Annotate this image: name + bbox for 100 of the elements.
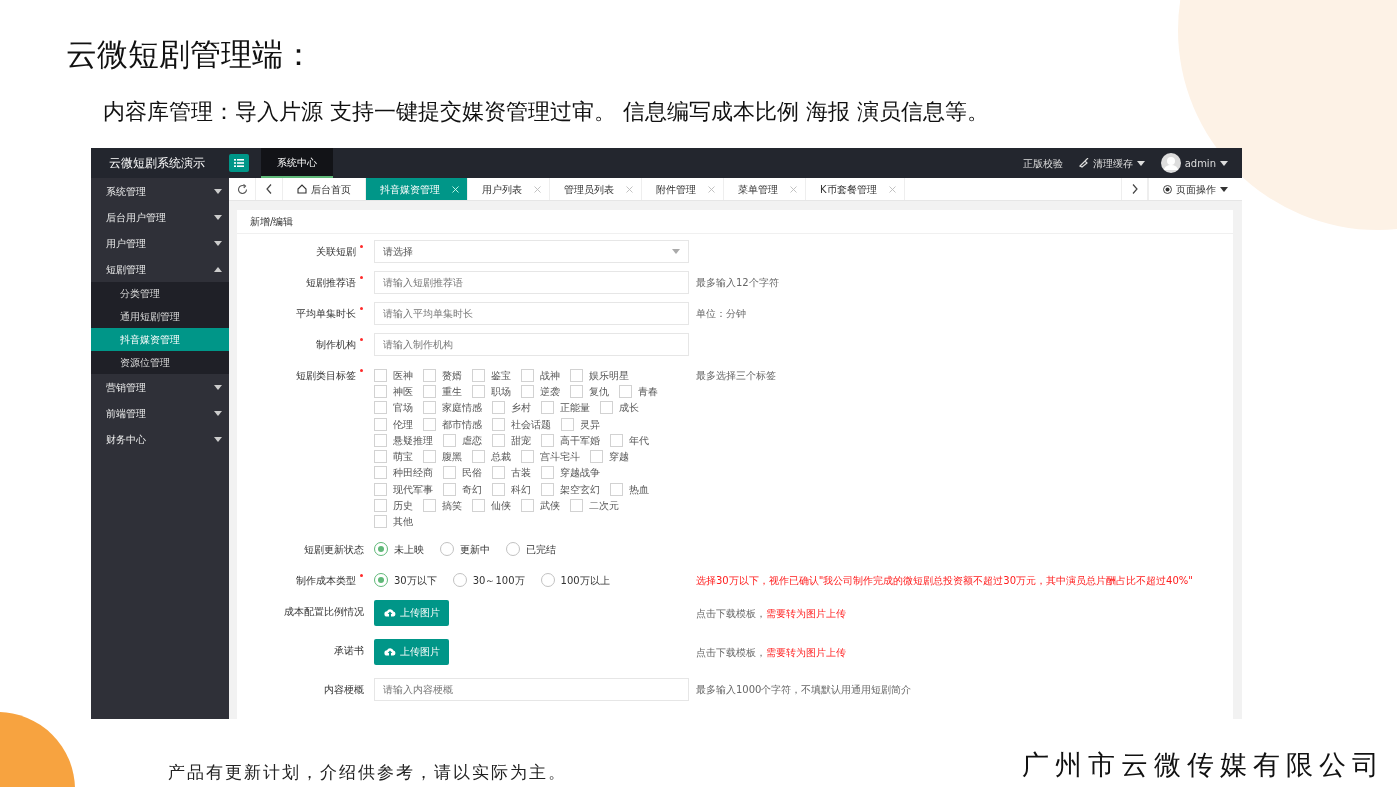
tag-checkbox[interactable]: 都市情感 xyxy=(423,416,482,432)
tag-checkbox[interactable]: 成长 xyxy=(600,400,639,416)
caret-down-icon xyxy=(214,384,222,390)
input-field[interactable]: 请输入内容梗概 xyxy=(374,677,689,701)
close-icon[interactable] xyxy=(790,185,797,193)
close-icon[interactable] xyxy=(708,185,715,193)
page-tab[interactable]: 抖音媒资管理 xyxy=(366,178,468,200)
caret-down-icon xyxy=(1220,160,1228,166)
tag-checkbox[interactable]: 乡村 xyxy=(492,400,531,416)
sidebar-item[interactable]: 前端管理 xyxy=(91,400,229,426)
radio-option[interactable]: 100万以上 xyxy=(540,572,610,588)
sidebar-item[interactable]: 用户管理 xyxy=(91,230,229,256)
page-actions-menu[interactable]: 页面操作 xyxy=(1148,178,1242,200)
radio-option[interactable]: 30～100万 xyxy=(452,572,525,588)
page-tab[interactable]: 用户列表 xyxy=(468,178,550,200)
user-menu[interactable]: admin xyxy=(1152,148,1242,178)
home-icon xyxy=(297,184,307,194)
tag-checkbox[interactable]: 医神 xyxy=(374,367,413,383)
tag-checkbox[interactable]: 萌宝 xyxy=(374,449,413,465)
radio-option[interactable]: 已完结 xyxy=(506,541,556,557)
tag-checkbox[interactable]: 年代 xyxy=(610,432,649,448)
tag-checkbox[interactable]: 二次元 xyxy=(570,498,619,513)
page-tab[interactable]: 菜单管理 xyxy=(724,178,806,200)
tag-checkbox[interactable]: 民俗 xyxy=(443,465,482,481)
input-field[interactable]: 请输入平均单集时长 xyxy=(374,302,689,325)
tag-checkbox[interactable]: 复仇 xyxy=(570,383,609,399)
sidebar-item[interactable]: 短剧管理 xyxy=(91,256,229,282)
tag-checkbox[interactable]: 重生 xyxy=(423,383,462,399)
field-label: 短剧类目标签 xyxy=(237,364,374,387)
tag-checkbox[interactable]: 娱乐明星 xyxy=(570,367,629,383)
tag-checkbox[interactable]: 其他 xyxy=(374,514,413,530)
sidebar-subitem[interactable]: 分类管理 xyxy=(91,282,229,305)
caret-down-icon xyxy=(214,214,222,220)
close-icon[interactable] xyxy=(534,185,541,193)
close-icon[interactable] xyxy=(626,185,633,193)
tag-checkbox[interactable]: 古装 xyxy=(492,465,531,481)
tag-checkbox[interactable]: 青春 xyxy=(619,383,658,399)
input-field[interactable]: 请输入制作机构 xyxy=(374,333,689,356)
tag-checkbox[interactable]: 官场 xyxy=(374,400,413,416)
close-icon[interactable] xyxy=(888,185,896,193)
input-field[interactable]: 请输入短剧推荐语 xyxy=(374,271,689,294)
tag-checkbox[interactable]: 总裁 xyxy=(472,449,511,465)
upload-button[interactable]: 上传图片 xyxy=(374,638,449,665)
footer-note: 产品有更新计划，介绍供参考，请以实际为主。 xyxy=(168,761,567,784)
page-tab[interactable]: 附件管理 xyxy=(642,178,724,200)
sidebar-item[interactable]: 营销管理 xyxy=(91,374,229,400)
next-button[interactable] xyxy=(1121,178,1148,200)
tag-checkbox[interactable]: 现代军事 xyxy=(374,481,433,497)
tag-checkbox[interactable]: 热血 xyxy=(610,481,649,497)
tag-checkbox[interactable]: 社会话题 xyxy=(492,416,551,432)
tag-checkbox[interactable]: 赘婿 xyxy=(423,367,462,383)
tag-checkbox[interactable]: 武侠 xyxy=(521,498,560,513)
hint-text: 单位：分钟 xyxy=(696,307,746,321)
tag-checkbox[interactable]: 家庭情感 xyxy=(423,400,482,416)
verify-link[interactable]: 正版校验 xyxy=(1014,148,1071,178)
tag-checkbox[interactable]: 科幻 xyxy=(492,481,531,497)
tag-checkbox[interactable]: 腹黑 xyxy=(423,449,462,465)
sidebar-item[interactable]: 系统管理 xyxy=(91,178,229,204)
sidebar-item[interactable]: 财务中心 xyxy=(91,426,229,452)
radio-option[interactable]: 更新中 xyxy=(440,541,490,557)
tag-checkbox[interactable]: 灵异 xyxy=(561,416,600,432)
menu-button[interactable] xyxy=(229,154,249,172)
top-tab[interactable]: 系统中心 xyxy=(261,148,333,178)
hint-text: 最多输入1000个字符，不填默认用通用短剧简介 xyxy=(696,682,912,697)
tag-checkbox[interactable]: 逆袭 xyxy=(521,383,560,399)
tag-checkbox[interactable]: 奇幻 xyxy=(443,481,482,497)
tag-checkbox[interactable]: 正能量 xyxy=(541,400,590,416)
tag-checkbox[interactable]: 鉴宝 xyxy=(472,367,511,383)
tag-checkbox[interactable]: 架空玄幻 xyxy=(541,481,600,497)
tag-checkbox[interactable]: 高干军婚 xyxy=(541,432,600,448)
sidebar-subitem[interactable]: 通用短剧管理 xyxy=(91,305,229,328)
tag-checkbox[interactable]: 战神 xyxy=(521,367,560,383)
tag-checkbox[interactable]: 种田经商 xyxy=(374,465,433,481)
tag-checkbox[interactable]: 宫斗宅斗 xyxy=(521,449,580,465)
page-tab[interactable]: K币套餐管理 xyxy=(806,178,905,200)
tag-checkbox[interactable]: 甜宠 xyxy=(492,432,531,448)
tag-checkbox[interactable]: 穿越 xyxy=(590,449,629,465)
slide-subtitle: 内容库管理：导入片源 支持一键提交媒资管理过审。 信息编写成本比例 海报 演员信息等。 xyxy=(103,98,990,126)
tag-checkbox[interactable]: 神医 xyxy=(374,383,413,399)
tag-checkbox[interactable]: 搞笑 xyxy=(423,498,462,513)
sidebar-subitem[interactable]: 资源位管理 xyxy=(91,351,229,374)
radio-option[interactable]: 未上映 xyxy=(374,541,424,557)
upload-button[interactable]: 上传图片 xyxy=(374,599,449,626)
caret-down-icon xyxy=(1136,160,1145,166)
tag-checkbox[interactable]: 悬疑推理 xyxy=(374,432,433,448)
radio-option[interactable]: 30万以下 xyxy=(374,572,437,588)
tag-checkbox[interactable]: 穿越战争 xyxy=(541,465,600,481)
tag-checkbox[interactable]: 虐恋 xyxy=(443,432,482,448)
tag-checkbox[interactable]: 仙侠 xyxy=(472,498,511,513)
field-label: 关联短剧 xyxy=(237,240,374,263)
select-field[interactable]: 请选择 xyxy=(374,240,689,263)
tag-checkbox[interactable]: 历史 xyxy=(374,498,413,513)
sidebar-subitem[interactable]: 抖音媒资管理 xyxy=(91,328,229,351)
clear-cache-menu[interactable]: 清理缓存 xyxy=(1070,148,1153,178)
hint-text: 点击下载模板，需要转为图片上传 xyxy=(696,645,846,660)
sidebar-item[interactable]: 后台用户管理 xyxy=(91,204,229,230)
field-label: 短剧更新状态 xyxy=(303,542,365,557)
tag-checkbox[interactable]: 职场 xyxy=(472,383,511,399)
tag-checkbox[interactable]: 伦理 xyxy=(374,416,413,432)
page-tab[interactable]: 管理员列表 xyxy=(550,178,642,200)
